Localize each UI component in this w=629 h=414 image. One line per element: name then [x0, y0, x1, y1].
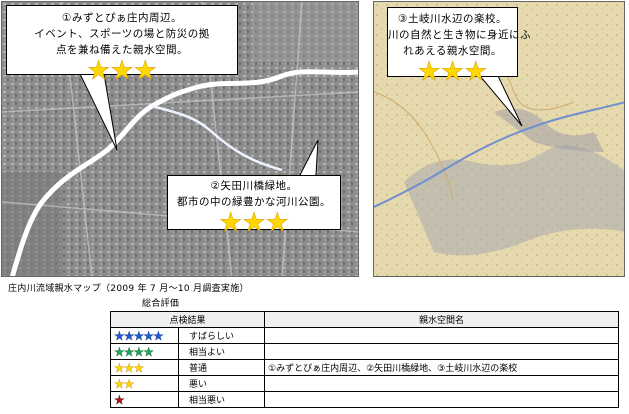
rating-label: 悪い [178, 375, 265, 392]
callout-line: ①みずとぴぁ庄内周辺。 [62, 12, 182, 24]
rating-legend-table: 点検結果 親水空間名 ★★★★★ すばらしい ★★★★ 相当よい ★★★ 普通 … [110, 311, 619, 408]
legend-row: ★ 相当悪い [110, 391, 619, 408]
five-stars-icon: ★★★★★ [110, 327, 179, 344]
legend-row: ★★ 悪い [110, 375, 619, 392]
rating-spaces [264, 375, 619, 392]
rating-spaces [264, 391, 619, 408]
callout-yadagawa-bashi: ②矢田川橋緑地。 都市の中の緑豊かな河川公園。 ★★★ [167, 175, 341, 236]
one-star-icon: ★ [110, 391, 179, 408]
header-spaces: 親水空間名 [264, 311, 619, 328]
legend-header-row: 点検結果 親水空間名 [110, 311, 619, 328]
legend-row: ★★★★★ すばらしい [110, 327, 619, 344]
legend-title: 総合評価 [142, 299, 180, 309]
rating-spaces: ①みずとぴぁ庄内周辺、②矢田川橋緑地、③土岐川水辺の楽校 [264, 359, 619, 376]
callout-tokigawa-mizube: ③土岐川水辺の楽校。 川の自然と生き物に身近にふ れあえる親水空間。 ★★★ [387, 7, 531, 85]
rating-label: 普通 [178, 359, 265, 376]
callout-line: イベント、スポーツの場と防災の拠 [34, 28, 210, 40]
callout-line: 川の自然と生き物に身近にふ [388, 29, 531, 41]
rating-label: すばらしい [178, 327, 265, 344]
four-stars-icon: ★★★★ [110, 343, 179, 360]
header-result: 点検結果 [110, 311, 265, 328]
three-stars-icon: ★★★ [110, 359, 179, 376]
rating-stars-icon: ★★★ [219, 208, 290, 238]
legend-row: ★★★★ 相当よい [110, 343, 619, 360]
callout-line: ②矢田川橋緑地。 [210, 180, 298, 192]
map-caption: 庄内川流域親水マップ（2009 年 7 月～10 月調査実施） [8, 284, 249, 294]
rating-label: 相当よい [178, 343, 265, 360]
rating-stars-icon: ★★★ [417, 57, 488, 87]
two-stars-icon: ★★ [110, 375, 179, 392]
rating-spaces [264, 343, 619, 360]
rating-spaces [264, 327, 619, 344]
callout-mizutopia-shonai: ①みずとぴぁ庄内周辺。 イベント、スポーツの場と防災の拠 点を兼ね備えた親水空間… [6, 5, 238, 84]
rating-label: 相当悪い [178, 391, 265, 408]
rating-stars-icon: ★★★ [87, 56, 158, 86]
legend-row: ★★★ 普通 ①みずとぴぁ庄内周辺、②矢田川橋緑地、③土岐川水辺の楽校 [110, 359, 619, 376]
callout-line: ③土岐川水辺の楽校。 [398, 13, 507, 25]
